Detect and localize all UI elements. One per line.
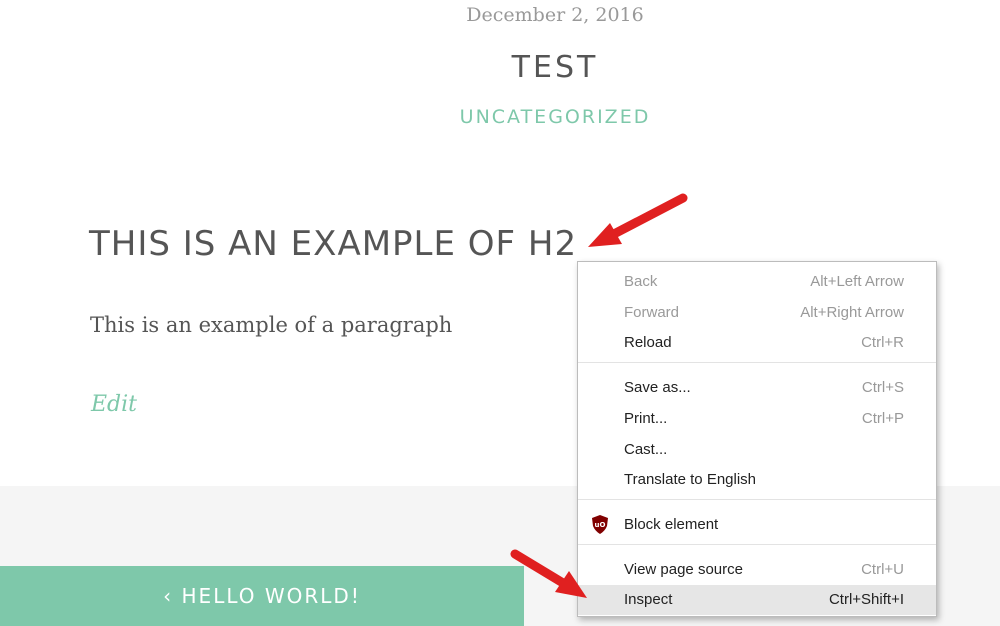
menu-item-back[interactable]: Back Alt+Left Arrow: [578, 267, 936, 297]
context-menu: Back Alt+Left Arrow Forward Alt+Right Ar…: [577, 261, 937, 617]
paragraph: This is an example of a paragraph: [90, 313, 453, 337]
prev-post-link[interactable]: ‹ HELLO WORLD!: [0, 566, 524, 626]
post-title[interactable]: TEST: [0, 50, 1000, 85]
menu-item-cast[interactable]: Cast...: [578, 435, 936, 465]
menu-item-save-as[interactable]: Save as... Ctrl+S: [578, 373, 936, 403]
menu-separator: [578, 362, 936, 363]
post-date: December 2, 2016: [466, 4, 644, 26]
h2-heading: THIS IS AN EXAMPLE OF H2: [89, 224, 578, 264]
edit-link[interactable]: Edit: [91, 392, 137, 417]
menu-separator: [578, 544, 936, 545]
menu-separator: [578, 499, 936, 500]
post-category[interactable]: UNCATEGORIZED: [0, 106, 1000, 128]
menu-item-view-source[interactable]: View page source Ctrl+U: [578, 555, 936, 585]
ublock-icon: uO: [592, 515, 608, 534]
svg-text:uO: uO: [595, 521, 606, 529]
menu-item-print[interactable]: Print... Ctrl+P: [578, 404, 936, 434]
menu-item-inspect[interactable]: Inspect Ctrl+Shift+I: [578, 585, 936, 615]
arrow-to-inspect: [510, 549, 587, 598]
menu-item-block-element[interactable]: uO Block element: [578, 510, 936, 540]
menu-item-forward[interactable]: Forward Alt+Right Arrow: [578, 298, 936, 328]
menu-item-reload[interactable]: Reload Ctrl+R: [578, 328, 936, 358]
menu-item-translate[interactable]: Translate to English: [578, 465, 936, 495]
arrow-to-heading: [588, 193, 688, 247]
